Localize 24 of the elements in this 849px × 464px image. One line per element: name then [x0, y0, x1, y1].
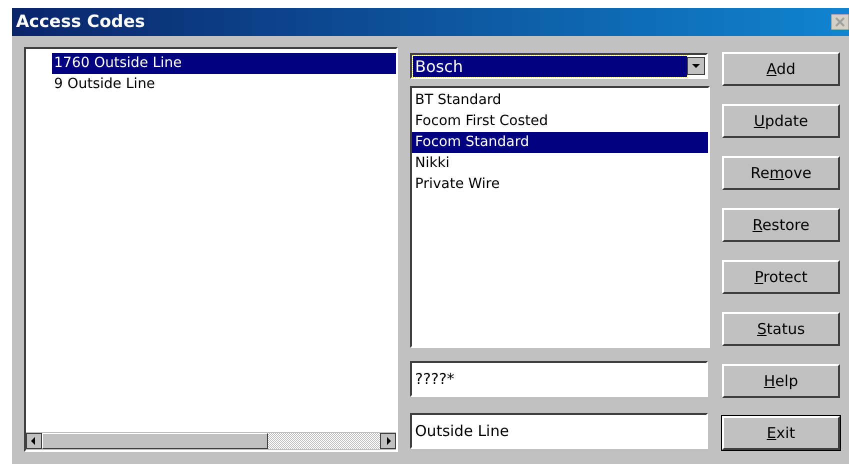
scroll-right-icon[interactable]	[380, 433, 396, 449]
action-button[interactable]: Add	[722, 52, 840, 86]
tariff-item[interactable]: Focom First Costed	[412, 111, 708, 132]
window-title: Access Codes	[16, 12, 145, 32]
tariff-item[interactable]: Nikki	[412, 153, 708, 174]
action-button[interactable]: Restore	[722, 208, 840, 242]
scroll-thumb[interactable]	[42, 433, 268, 449]
action-button[interactable]: Remove	[722, 156, 840, 190]
tariff-item[interactable]: Private Wire	[412, 174, 708, 195]
tariff-item[interactable]: BT Standard	[412, 90, 708, 111]
pattern-field[interactable]: ????*	[410, 361, 708, 397]
scroll-left-icon[interactable]	[26, 433, 42, 449]
code-item[interactable]: 1760 Outside Line	[52, 53, 396, 74]
code-item[interactable]: 9 Outside Line	[52, 74, 396, 95]
action-button[interactable]: Help	[722, 364, 840, 398]
action-button[interactable]: Exit	[722, 416, 840, 450]
tariff-item[interactable]: Focom Standard	[412, 132, 708, 153]
carrier-dropdown[interactable]: Bosch	[410, 53, 708, 79]
action-button[interactable]: Protect	[722, 260, 840, 294]
horizontal-scrollbar[interactable]	[26, 432, 396, 450]
action-button[interactable]: Update	[722, 104, 840, 138]
action-button[interactable]: Status	[722, 312, 840, 346]
close-icon[interactable]	[831, 14, 849, 30]
name-field[interactable]: Outside Line	[410, 413, 708, 449]
